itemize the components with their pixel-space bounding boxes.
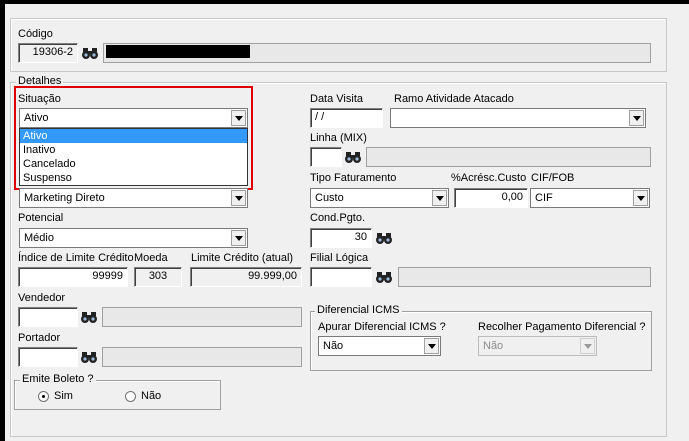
vendedor-field[interactable]	[18, 307, 78, 327]
acresc-field[interactable]: 0,00	[454, 188, 528, 208]
cond-pgto-field[interactable]: 30	[310, 228, 372, 248]
boleto-sim-radio[interactable]	[38, 391, 49, 402]
chevron-down-icon[interactable]	[633, 190, 648, 206]
linha-description-field	[366, 147, 651, 167]
apurar-value: Não	[323, 340, 344, 352]
limite-field: 99.999,00	[190, 267, 302, 287]
canal-value: Marketing Direto	[24, 192, 105, 204]
cond-pgto-label: Cond.Pgto.	[310, 212, 366, 224]
canal-select[interactable]: Marketing Direto	[19, 188, 248, 208]
vendedor-label: Vendedor	[18, 292, 66, 304]
cif-value: CIF	[535, 192, 553, 204]
limite-label: Limite Crédito (atual)	[191, 252, 294, 264]
chevron-down-icon	[580, 338, 595, 354]
diferencial-icms-title: Diferencial ICMS	[315, 304, 402, 316]
chevron-down-icon[interactable]	[432, 190, 447, 206]
portador-field[interactable]	[18, 347, 78, 367]
indice-field[interactable]: 99999	[18, 267, 128, 287]
linha-field[interactable]	[310, 147, 342, 167]
binoculars-icon[interactable]	[80, 348, 98, 366]
apurar-label: Apurar Diferencial ICMS ?	[318, 321, 446, 333]
moeda-label: Moeda	[134, 252, 168, 264]
binoculars-icon[interactable]	[375, 268, 393, 286]
ramo-select[interactable]	[390, 108, 646, 128]
tipo-faturamento-label: Tipo Faturamento	[310, 172, 397, 184]
binoculars-icon[interactable]	[81, 44, 99, 62]
form-window: Código 19306-2 Detalhes Situação Ativo A…	[5, 4, 689, 441]
apurar-select[interactable]: Não	[318, 336, 441, 356]
portador-description-field	[102, 347, 302, 367]
recolher-label: Recolher Pagamento Diferencial ?	[478, 321, 646, 333]
chevron-down-icon[interactable]	[231, 190, 246, 206]
filial-description-field	[398, 267, 651, 287]
chevron-down-icon[interactable]	[629, 110, 644, 126]
tipo-faturamento-select[interactable]: Custo	[310, 188, 449, 208]
linha-label: Linha (MIX)	[310, 132, 367, 144]
codigo-label: Código	[18, 28, 53, 40]
potencial-value: Médio	[24, 232, 54, 244]
binoculars-icon[interactable]	[344, 148, 362, 166]
portador-label: Portador	[18, 332, 61, 344]
ramo-label: Ramo Atividade Atacado	[394, 93, 514, 105]
recolher-select: Não	[478, 336, 597, 356]
indice-label: Índice de Limite Crédito	[18, 252, 134, 264]
binoculars-icon[interactable]	[80, 308, 98, 326]
tipo-faturamento-value: Custo	[315, 192, 344, 204]
annotation-highlight-box	[14, 86, 253, 190]
filial-label: Filial Lógica	[310, 252, 369, 264]
chevron-down-icon[interactable]	[424, 338, 439, 354]
moeda-field: 303	[134, 267, 182, 287]
boleto-nao-label[interactable]: Não	[141, 390, 161, 402]
acresc-label: %Acrésc.Custo	[451, 172, 527, 184]
boleto-nao-radio[interactable]	[125, 391, 136, 402]
vendedor-description-field	[102, 307, 302, 327]
redacted-name	[106, 45, 250, 58]
recolher-value: Não	[483, 340, 504, 352]
potencial-select[interactable]: Médio	[19, 228, 248, 248]
chevron-down-icon[interactable]	[231, 230, 246, 246]
potencial-label: Potencial	[18, 212, 64, 224]
codigo-field[interactable]: 19306-2	[18, 43, 78, 63]
binoculars-icon[interactable]	[375, 229, 393, 247]
data-visita-field[interactable]: / /	[310, 108, 383, 128]
filial-field[interactable]	[310, 267, 372, 287]
cif-label: CIF/FOB	[531, 172, 575, 184]
data-visita-label: Data Visita	[310, 93, 363, 105]
boleto-sim-label[interactable]: Sim	[54, 390, 73, 402]
emite-boleto-title: Emite Boleto ?	[20, 373, 96, 385]
cif-select[interactable]: CIF	[530, 188, 650, 208]
